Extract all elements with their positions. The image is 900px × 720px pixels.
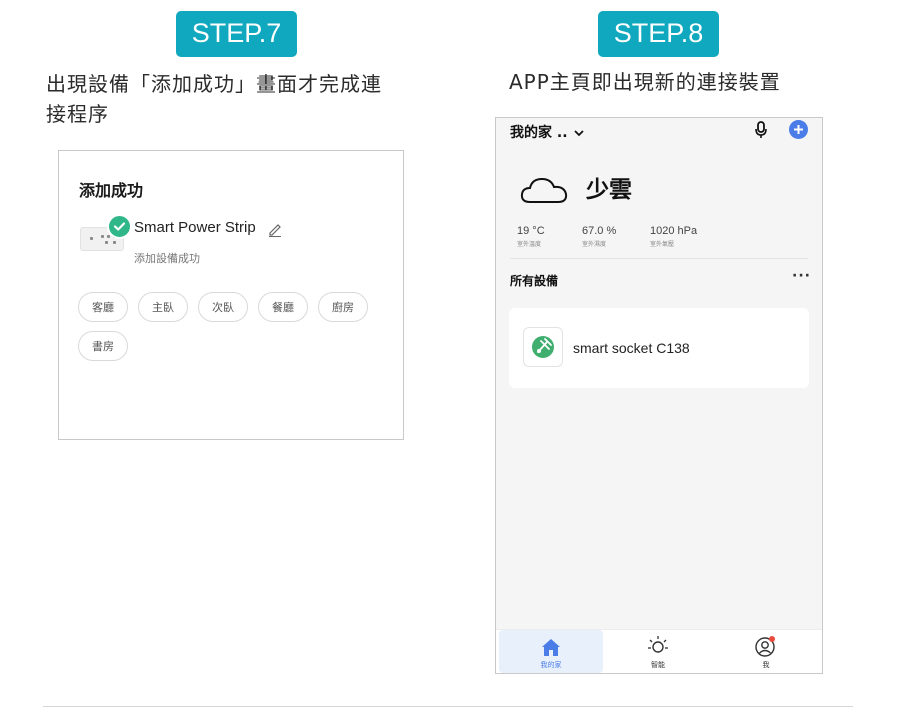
temperature-label: 室外溫度 (517, 241, 542, 248)
humidity-label: 室外濕度 (582, 241, 607, 248)
pressure-label: 室外氣壓 (650, 241, 675, 248)
humidity-value: 67.0 % (582, 225, 617, 237)
step7-description: 出現設備「添加成功」畫面才完成連 接程序 (46, 69, 382, 129)
device-card[interactable]: smart socket C138 (509, 308, 809, 388)
room-chip-study[interactable]: 書房 (78, 331, 128, 361)
pressure-value: 1020 hPa (650, 225, 698, 237)
weather-condition: 少雲 (586, 177, 632, 203)
tab-me[interactable]: 我 (714, 630, 818, 673)
step7-badge: STEP.7 (176, 11, 297, 57)
bottom-tab-bar: 我的家 智能 我 (496, 629, 822, 673)
profile-icon (755, 636, 775, 657)
home-icon (542, 639, 560, 656)
room-chip-dining[interactable]: 餐廳 (258, 292, 308, 322)
all-devices-heading: 所有設備 (510, 274, 559, 288)
device-label: smart socket C138 (573, 340, 690, 356)
tab-home[interactable]: 我的家 (499, 630, 603, 673)
home-selector[interactable]: 我的家 .. (510, 122, 585, 142)
tab-me-label: 我 (762, 661, 770, 669)
sun-icon (648, 636, 668, 653)
add-success-screen: 添加成功 Smart Power Strip 添加設備成功 客廳 主臥 次臥 餐… (58, 150, 404, 440)
add-device-status: 添加設備成功 (134, 252, 200, 265)
microphone-icon[interactable] (754, 121, 768, 143)
temperature-value: 19 °C (517, 225, 545, 237)
edit-pencil-icon[interactable] (267, 221, 283, 241)
divider (510, 258, 808, 259)
tab-smart-label: 智能 (651, 661, 665, 669)
step7-desc-line1: 出現設備「添加成功」畫面才完成連 (46, 72, 382, 96)
app-home-screen: 我的家 .. 少雲 19 °C 室外溫度 67.0 % 室外濕度 1020 hP… (495, 117, 823, 674)
room-chip-kitchen[interactable]: 廚房 (318, 292, 368, 322)
step7-desc-line2: 接程序 (46, 102, 109, 126)
tab-smart[interactable]: 智能 (606, 630, 710, 673)
home-selector-label: 我的家 .. (510, 125, 568, 141)
chevron-down-icon (574, 130, 585, 137)
step8-description: APP主頁即出現新的連接裝置 (509, 70, 781, 94)
tab-home-label: 我的家 (540, 661, 562, 669)
add-success-title: 添加成功 (79, 181, 144, 200)
room-chip-living[interactable]: 客廳 (78, 292, 128, 322)
bottom-divider (43, 706, 853, 707)
room-chip-master-bedroom[interactable]: 主臥 (138, 292, 188, 322)
cloud-icon (520, 173, 570, 209)
step8-badge: STEP.8 (598, 11, 719, 57)
device-name: Smart Power Strip (134, 219, 256, 236)
more-options-icon[interactable]: ··· (792, 268, 811, 284)
add-device-plus-icon[interactable] (789, 120, 808, 139)
room-chip-second-bedroom[interactable]: 次臥 (198, 292, 248, 322)
smart-socket-icon (523, 327, 563, 367)
check-icon (107, 214, 132, 239)
